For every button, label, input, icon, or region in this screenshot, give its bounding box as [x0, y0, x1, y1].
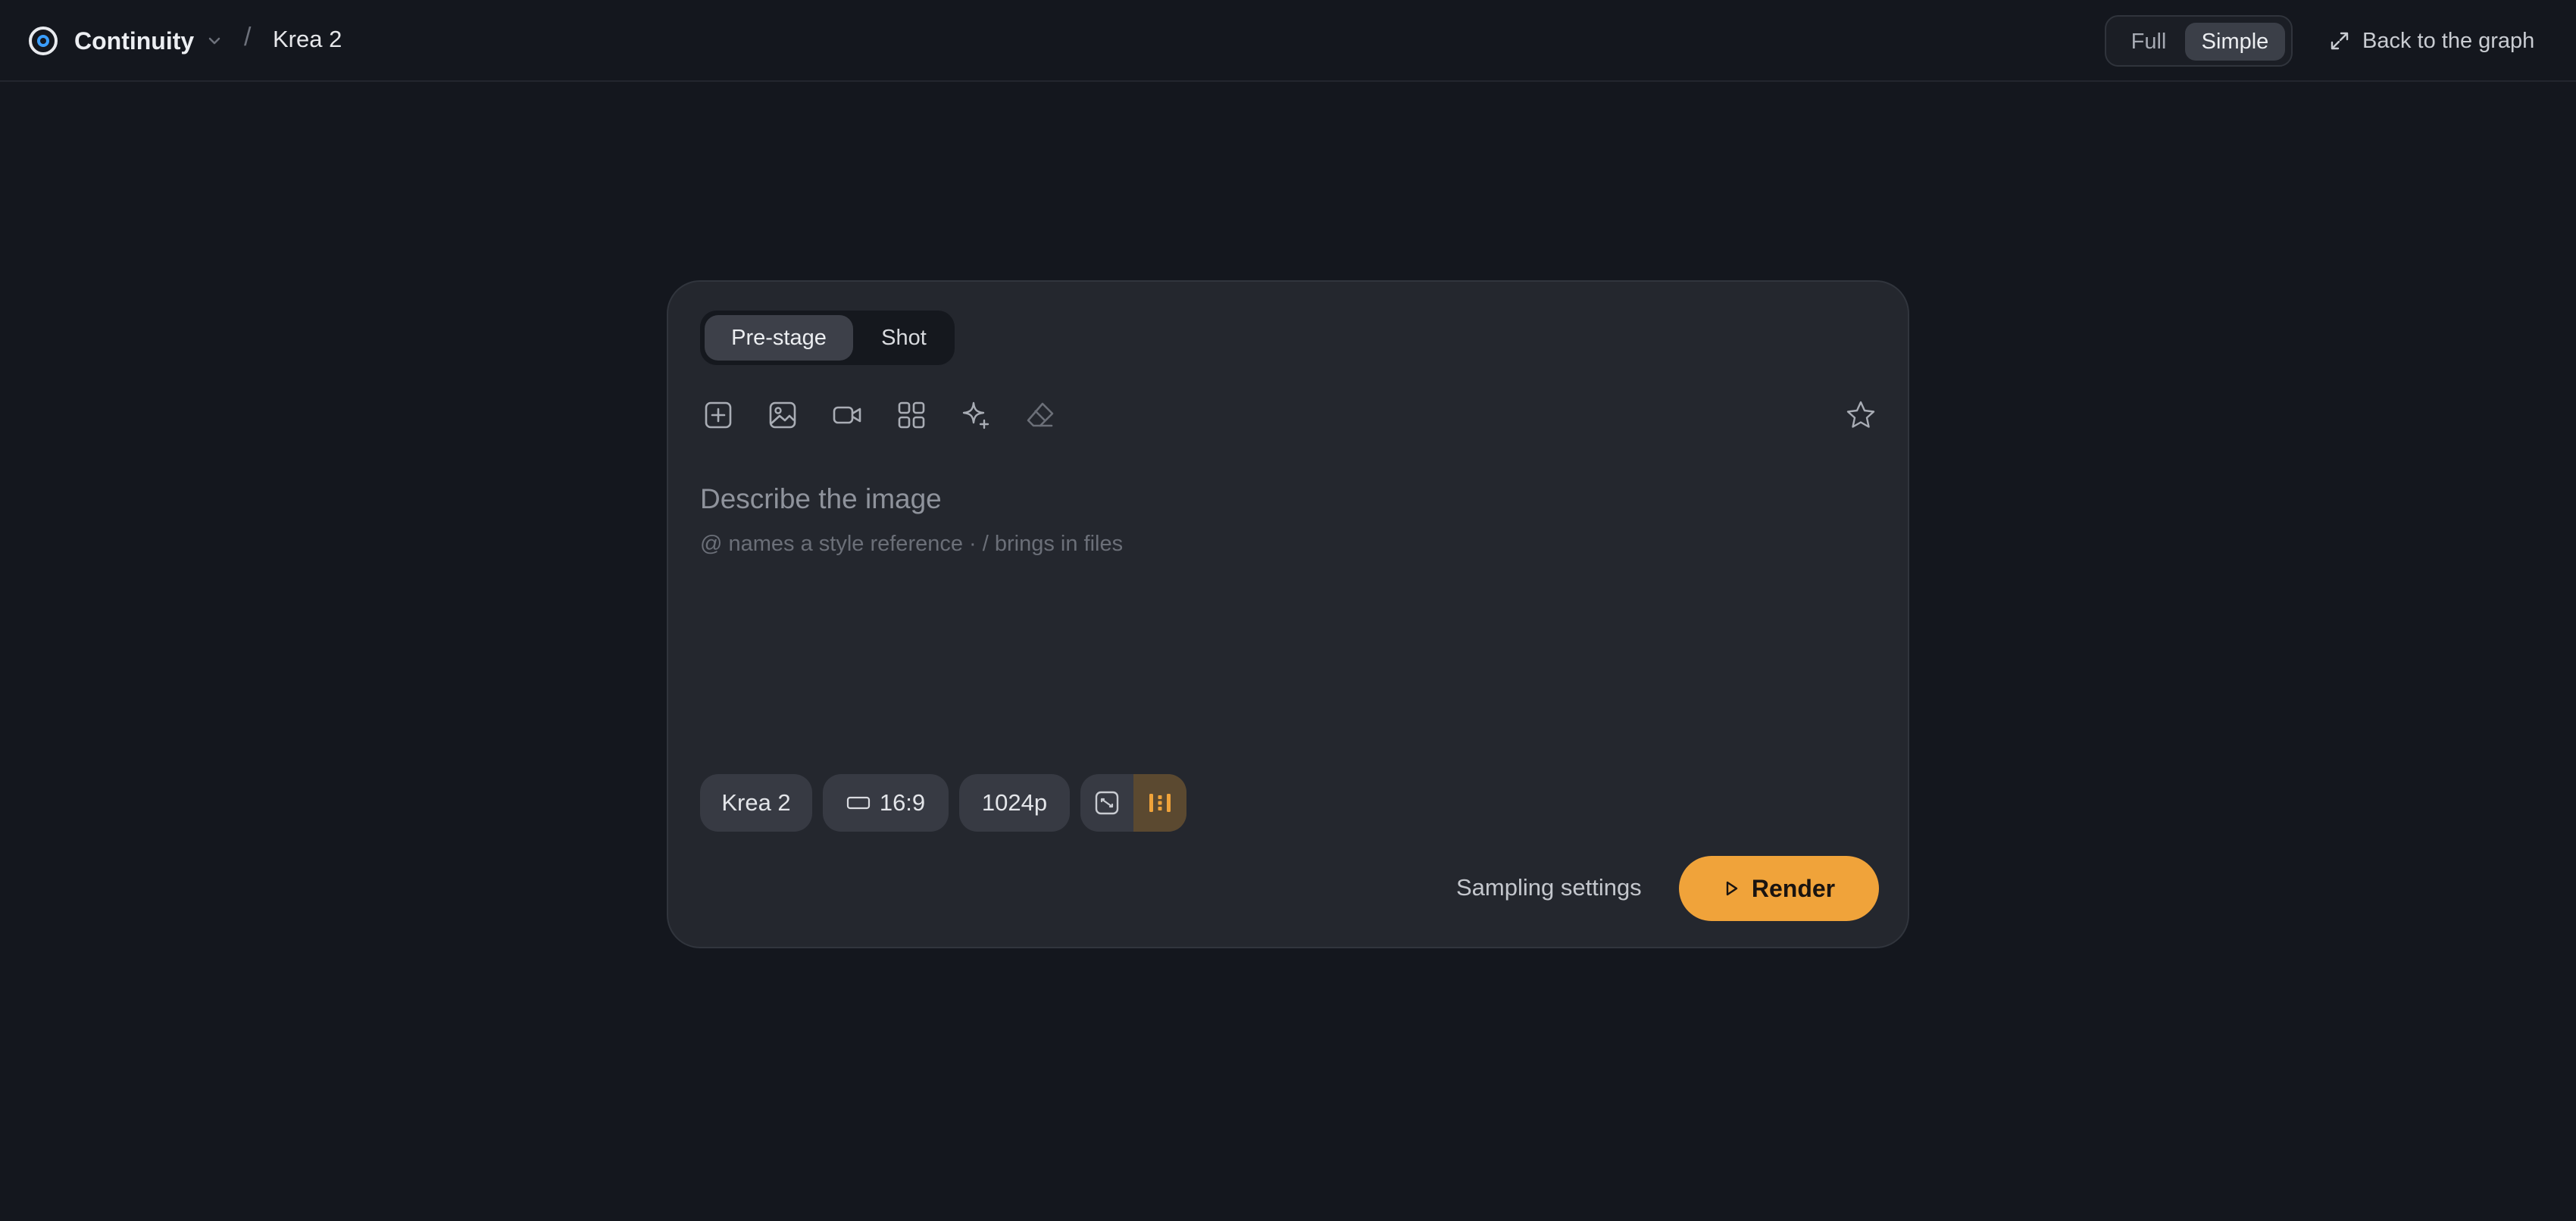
sampling-settings-button[interactable]: Sampling settings: [1456, 874, 1642, 901]
expand-arrows-icon: [2331, 32, 2349, 50]
play-icon: [1726, 881, 1738, 896]
chevron-down-icon: [208, 37, 220, 45]
grid-button[interactable]: [893, 397, 930, 433]
bars-button[interactable]: [1133, 774, 1186, 832]
resolution-label: 1024p: [981, 789, 1048, 816]
video-button[interactable]: [829, 397, 865, 433]
tab-pre-stage[interactable]: Pre-stage: [705, 315, 853, 361]
tab-shot[interactable]: Shot: [858, 315, 950, 361]
scale-frame-button[interactable]: [1080, 774, 1133, 832]
model-label: Krea 2: [721, 789, 791, 816]
add-box-icon: [705, 401, 732, 429]
continuity-logo-icon: [29, 27, 58, 55]
model-selector[interactable]: Krea 2: [700, 774, 812, 832]
mode-tabs: Pre-stage Shot: [700, 311, 955, 365]
top-bar: Continuity / Krea 2 Full Simple Back to …: [0, 0, 2576, 82]
prompt-hint: @ names a style reference · / brings in …: [700, 532, 1124, 556]
bars-icon: [1149, 794, 1171, 812]
video-camera-icon: [833, 406, 861, 424]
render-label: Render: [1751, 874, 1836, 902]
landscape-frame-icon: [846, 796, 870, 810]
view-mode-toggle: Full Simple: [2105, 15, 2293, 67]
image-icon: [769, 401, 796, 429]
add-box-button[interactable]: [700, 397, 736, 433]
output-options: [1080, 774, 1186, 832]
eraser-button[interactable]: [1022, 397, 1058, 433]
render-button[interactable]: Render: [1679, 856, 1879, 921]
view-mode-full[interactable]: Full: [2114, 23, 2184, 60]
star-icon: [1846, 401, 1875, 428]
aspect-ratio-selector[interactable]: 16:9: [823, 774, 949, 832]
enhance-button[interactable]: [958, 397, 994, 433]
app-switcher[interactable]: Continuity: [27, 23, 223, 59]
back-to-graph-label: Back to the graph: [2362, 28, 2535, 53]
view-mode-simple[interactable]: Simple: [2185, 23, 2285, 61]
back-to-graph-link[interactable]: Back to the graph: [2329, 23, 2534, 59]
grid-icon: [898, 401, 925, 429]
favorite-button[interactable]: [1843, 397, 1879, 433]
page-title: Krea 2: [273, 26, 342, 52]
prompt-input[interactable]: Describe the image: [700, 483, 942, 515]
app-name: Continuity: [74, 27, 195, 55]
eraser-icon: [1027, 402, 1054, 427]
breadcrumb-separator: /: [244, 23, 252, 52]
resolution-selector[interactable]: 1024p: [959, 774, 1070, 832]
sparkle-icon: [962, 401, 989, 429]
aspect-ratio-label: 16:9: [879, 789, 926, 816]
scale-frame-icon: [1095, 791, 1119, 815]
image-button[interactable]: [764, 397, 801, 433]
prompt-composer: Pre-stage Shot Describe the image @ name…: [667, 280, 1909, 948]
